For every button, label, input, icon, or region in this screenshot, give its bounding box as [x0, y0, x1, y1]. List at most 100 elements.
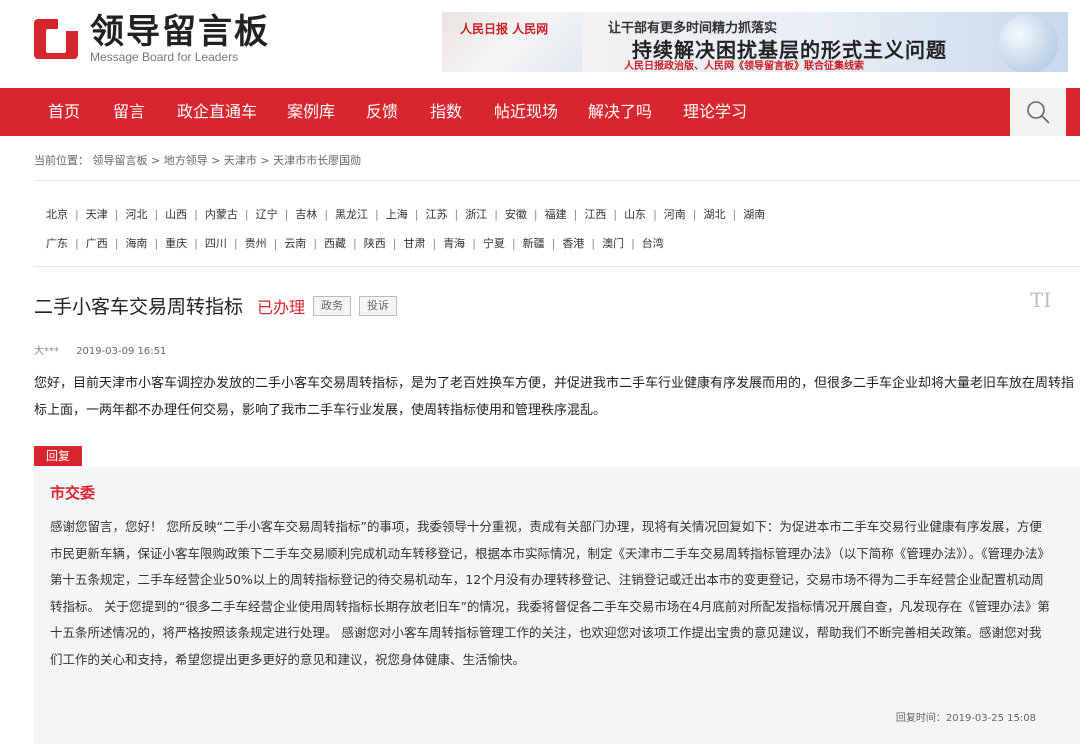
region-link[interactable]: 台湾 [642, 237, 664, 250]
region-separator: | [353, 237, 357, 250]
site-logo[interactable]: 领导留言板 Message Board for Leaders [34, 14, 270, 64]
region-link[interactable]: 贵州 [245, 237, 267, 250]
author: 大*** [34, 346, 59, 357]
region-link[interactable]: 重庆 [165, 237, 187, 250]
site-header: 领导留言板 Message Board for Leaders 人民日报 人民网… [0, 0, 1080, 88]
promo-banner[interactable]: 人民日报 人民网 让干部有更多时间精力抓落实 持续解决困扰基层的形式主义问题 人… [442, 12, 1068, 72]
region-link[interactable]: 山东 [624, 208, 646, 221]
region-separator: | [75, 237, 79, 250]
region-separator: | [631, 237, 635, 250]
banner-brand: 人民日报 人民网 [460, 22, 549, 36]
region-link[interactable]: 青海 [443, 237, 465, 250]
nav-item-solved[interactable]: 解决了吗 [588, 88, 652, 136]
search-icon [1027, 101, 1050, 124]
region-separator: | [432, 237, 437, 250]
region-separator: | [414, 208, 419, 221]
nav-item-cases[interactable]: 案例库 [287, 88, 335, 136]
region-link[interactable]: 浙江 [465, 208, 487, 221]
region-separator: | [114, 208, 119, 221]
divider [34, 180, 1080, 181]
search-button[interactable] [1010, 88, 1066, 136]
region-link[interactable]: 黑龙江 [335, 208, 368, 221]
region-link[interactable]: 福建 [545, 208, 567, 221]
region-link[interactable]: 广西 [86, 237, 108, 250]
nav-item-feedback[interactable]: 反馈 [366, 88, 398, 136]
region-link[interactable]: 广东 [46, 237, 68, 250]
region-row: 北京 | 天津 | 河北 | 山西 | 内蒙古 | 辽宁 | 吉林 | 黑龙江 | 上海 | 江苏 | 浙江 | 安徽 | 福建… [46, 200, 1080, 229]
region-link[interactable]: 河南 [664, 208, 686, 221]
region-link[interactable]: 甘肃 [403, 237, 425, 250]
region-link[interactable]: 西藏 [324, 237, 346, 250]
reply-org: 市交委 [50, 484, 96, 502]
region-link[interactable]: 吉林 [295, 208, 317, 221]
region-separator: | [653, 208, 657, 221]
nav-item-onsite[interactable]: 帖近现场 [494, 88, 558, 136]
region-link[interactable]: 宁夏 [483, 237, 505, 250]
region-separator: | [732, 208, 737, 221]
region-link[interactable]: 新疆 [523, 237, 545, 250]
banner-bubble-decoration [998, 14, 1058, 72]
region-link[interactable]: 湖南 [743, 208, 765, 221]
reply-time: 回复时间：2019-03-25 15:08 [895, 713, 1036, 724]
tag-category[interactable]: 政务 [313, 295, 352, 316]
region-separator: | [472, 237, 476, 250]
region-link[interactable]: 辽宁 [256, 208, 278, 221]
nav-item-message[interactable]: 留言 [113, 88, 145, 136]
region-separator: | [313, 237, 318, 250]
region-separator: | [75, 208, 79, 221]
region-link[interactable]: 山西 [165, 208, 187, 221]
nav-item-theory[interactable]: 理论学习 [683, 88, 747, 136]
main-nav: 首页 留言 政企直通车 案例库 反馈 指数 帖近现场 解决了吗 理论学习 [0, 88, 1080, 136]
region-link[interactable]: 河北 [125, 208, 147, 221]
region-link[interactable]: 海南 [125, 237, 147, 250]
region-separator: | [194, 208, 198, 221]
region-separator: | [233, 237, 238, 250]
region-separator: | [284, 208, 289, 221]
region-separator: | [154, 208, 159, 221]
message-title-row: 二手小客车交易周转指标 已办理 政务 投诉 [34, 292, 398, 319]
status-badge: 已办理 [257, 297, 306, 317]
reply-content: 感谢您留言，您好！ 您所反映“二手小客车交易周转指标”的事项，我委领导十分重视，… [50, 519, 1051, 667]
tag-type[interactable]: 投诉 [359, 295, 398, 316]
reply-box: 市交委 感谢您留言，您好！ 您所反映“二手小客车交易周转指标”的事项，我委领导十… [34, 467, 1080, 744]
nav-item-enterprise[interactable]: 政企直通车 [177, 88, 257, 136]
region-separator: | [154, 237, 159, 250]
region-separator: | [551, 237, 556, 250]
region-separator: | [573, 208, 578, 221]
post-date: 2019-03-09 16:51 [76, 346, 167, 357]
region-row: 广东 | 广西 | 海南 | 重庆 | 四川 | 贵州 | 云南 | 西藏 | 陕西 | 甘肃 | 青海 | 宁夏 | 新疆 | 香… [46, 229, 1080, 258]
region-separator: | [273, 237, 278, 250]
region-separator: | [494, 208, 498, 221]
reply-label: 回复 [34, 446, 82, 466]
region-link[interactable]: 内蒙古 [205, 208, 238, 221]
breadcrumb: 当前位置： 领导留言板 > 地方领导 > 天津市 > 天津市市长廖国勋 [34, 154, 362, 167]
region-separator: | [194, 237, 198, 250]
divider [34, 266, 1080, 267]
message-content: 您好，目前天津市小客车调控办发放的二手小客车交易周转指标，是为了老百姓换车方便，… [34, 376, 1075, 418]
region-link[interactable]: 湖北 [704, 208, 726, 221]
region-link[interactable]: 天津 [86, 208, 108, 221]
nav-item-index[interactable]: 指数 [430, 88, 462, 136]
region-separator: | [375, 208, 379, 221]
message-title: 二手小客车交易周转指标 [34, 296, 244, 318]
region-separator: | [244, 208, 249, 221]
region-separator: | [392, 237, 397, 250]
region-separator: | [324, 208, 329, 221]
region-link[interactable]: 安徽 [505, 208, 527, 221]
region-link[interactable]: 上海 [386, 208, 408, 221]
region-separator: | [613, 208, 618, 221]
region-link[interactable]: 香港 [562, 237, 584, 250]
region-separator: | [114, 237, 119, 250]
region-link[interactable]: 四川 [205, 237, 227, 250]
region-link[interactable]: 北京 [46, 208, 68, 221]
region-separator: | [533, 208, 538, 221]
region-link[interactable]: 江西 [584, 208, 606, 221]
region-link[interactable]: 江苏 [425, 208, 447, 221]
nav-item-home[interactable]: 首页 [48, 88, 80, 136]
region-link[interactable]: 陕西 [364, 237, 386, 250]
region-separator: | [454, 208, 459, 221]
banner-line3: 人民日报政治版、人民网《领导留言板》联合征集线索 [624, 61, 864, 72]
region-link[interactable]: 澳门 [602, 237, 624, 250]
region-link[interactable]: 云南 [284, 237, 306, 250]
font-size-toggle-icon[interactable]: TI [1030, 288, 1051, 312]
